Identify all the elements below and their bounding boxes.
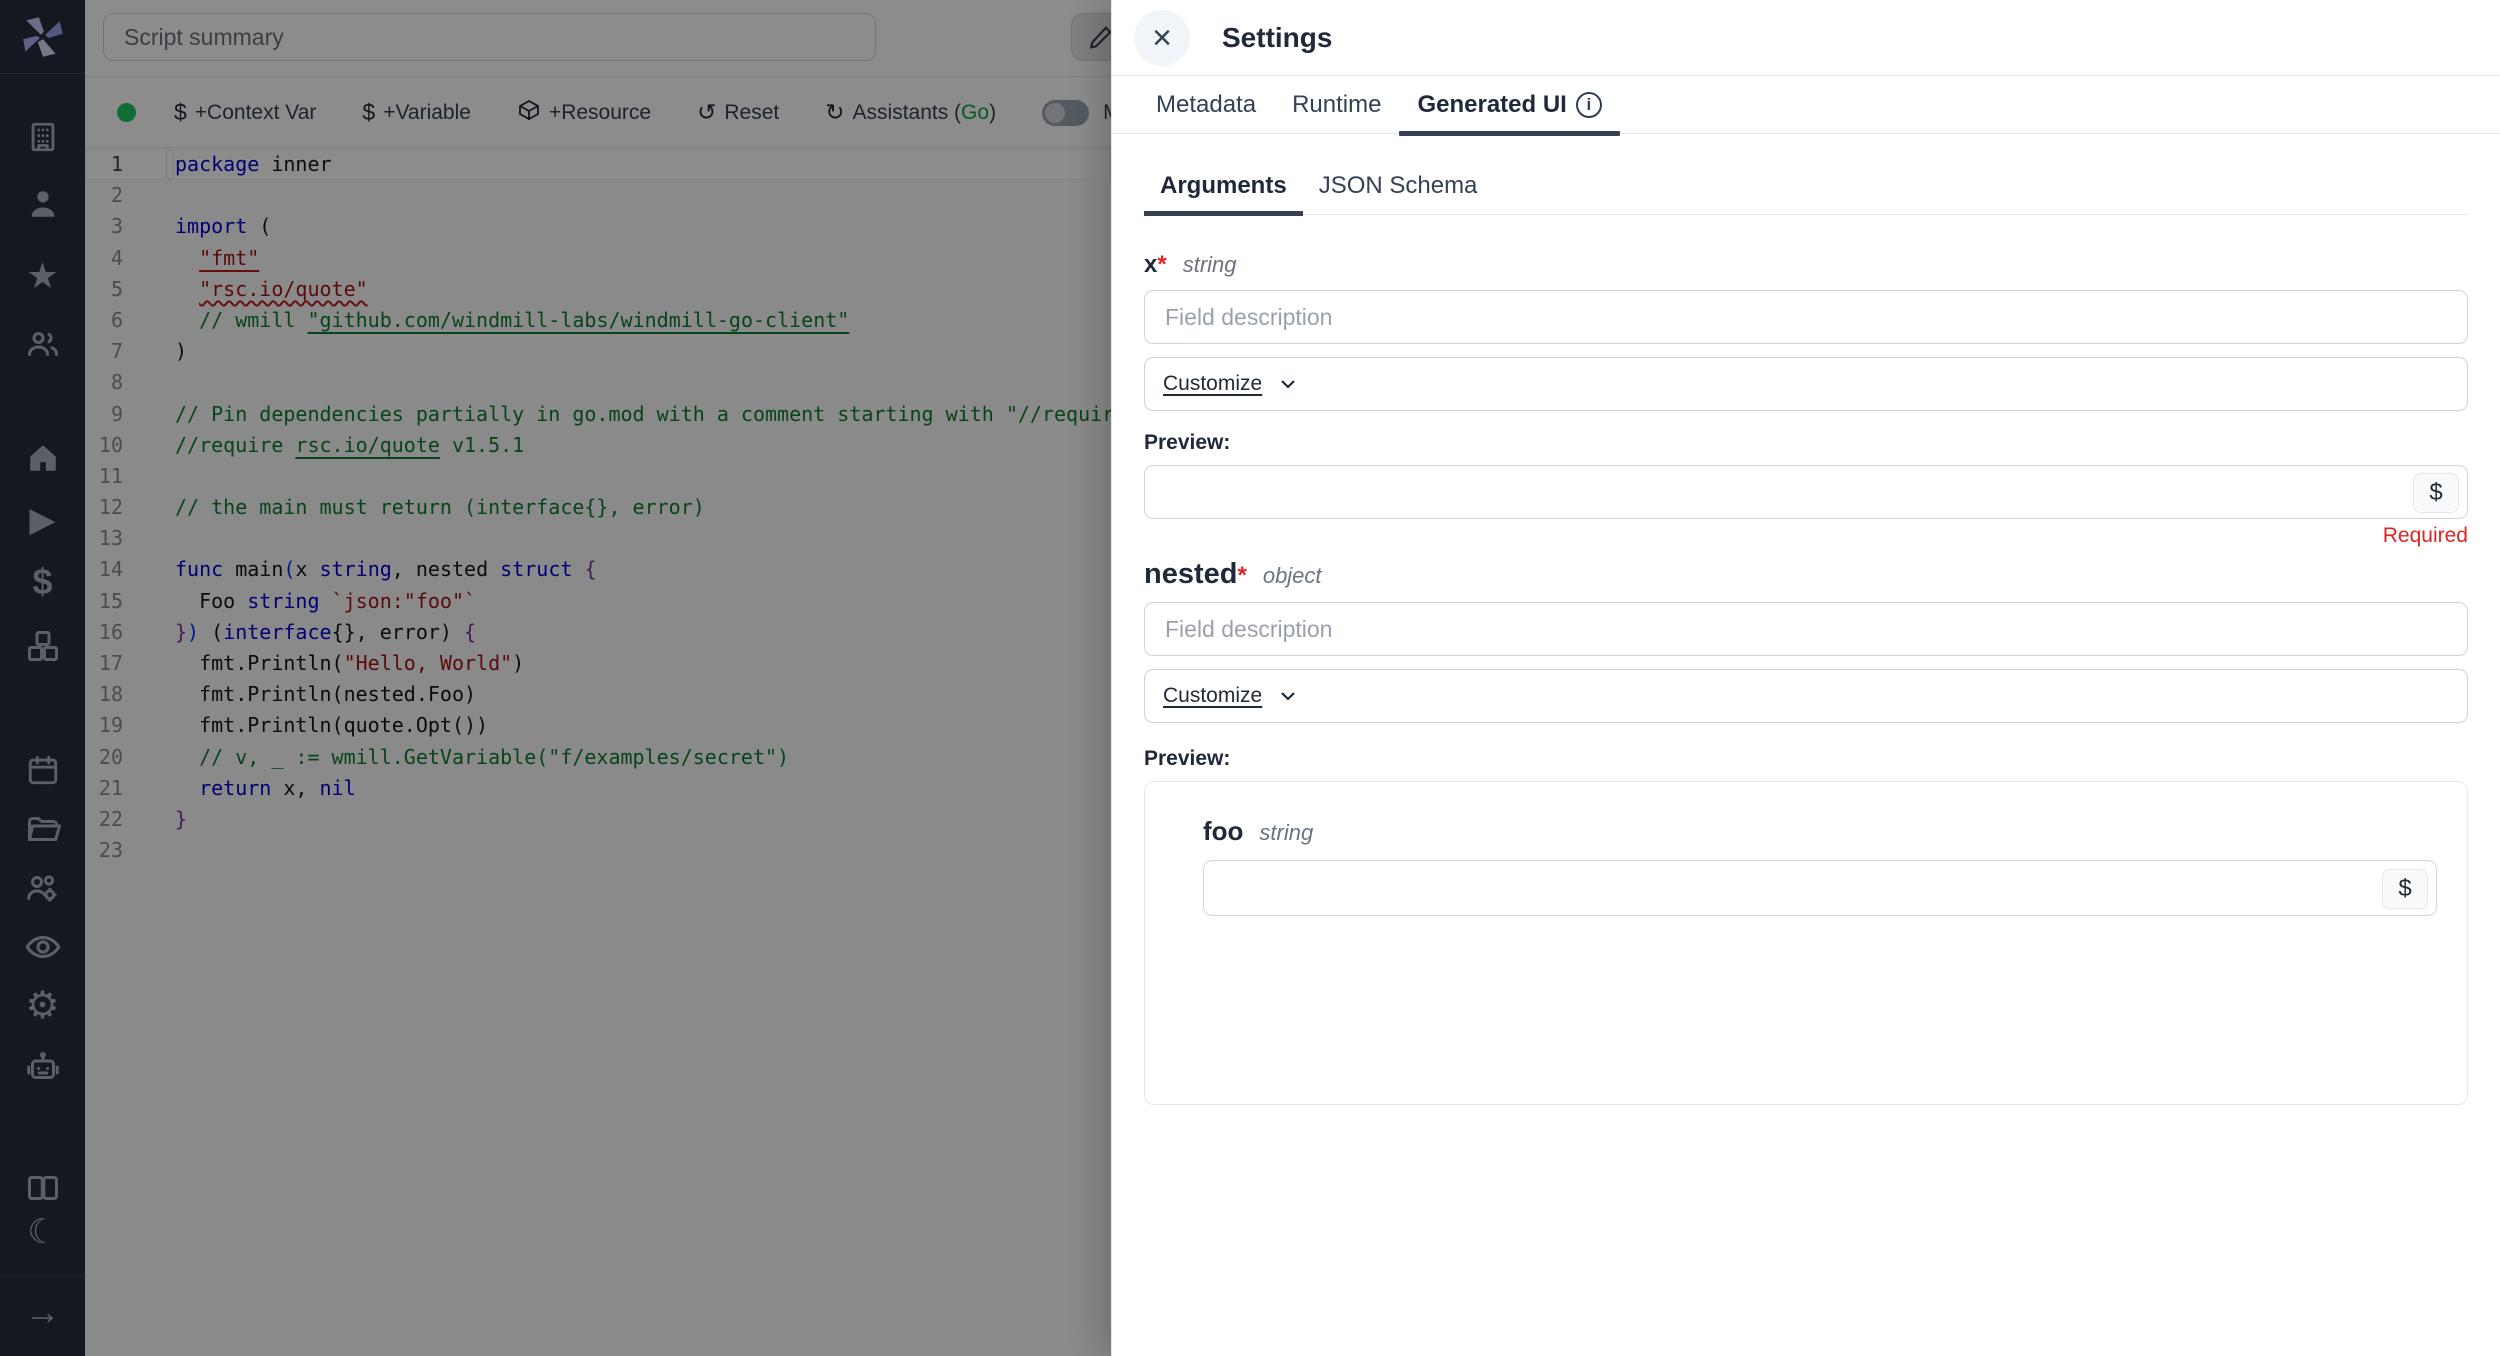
chevron-down-icon xyxy=(1276,372,1300,396)
insert-variable-button[interactable]: $ xyxy=(2382,869,2428,909)
dollar-icon: $ xyxy=(2429,479,2442,507)
field-x-customize[interactable]: Customize xyxy=(1144,357,2468,411)
field-x-preview-label: Preview: xyxy=(1144,431,2468,455)
modal-dim-overlay[interactable] xyxy=(0,0,1111,1356)
foo-preview-input[interactable] xyxy=(1204,861,2436,915)
field-x-preview-input[interactable] xyxy=(1145,466,2467,518)
close-icon: × xyxy=(1152,21,1172,55)
field-x-label: x* string xyxy=(1144,251,2468,279)
foo-name: foo xyxy=(1203,816,1243,847)
subtab-arguments[interactable]: Arguments xyxy=(1144,158,1303,214)
subtab-json-schema[interactable]: JSON Schema xyxy=(1303,158,1494,214)
settings-title: Settings xyxy=(1222,22,1332,54)
settings-header: × Settings xyxy=(1112,0,2500,76)
field-nested-name: nested xyxy=(1144,558,1237,591)
field-nested-customize[interactable]: Customize xyxy=(1144,669,2468,723)
required-asterisk: * xyxy=(1237,562,1246,590)
foo-label: foo string xyxy=(1203,816,2437,847)
field-nested-type: object xyxy=(1263,563,1322,589)
tab-metadata[interactable]: Metadata xyxy=(1138,76,1274,134)
customize-label: Customize xyxy=(1163,684,1262,708)
tab-runtime[interactable]: Runtime xyxy=(1274,76,1399,134)
dollar-icon: $ xyxy=(2398,875,2411,903)
generated-ui-content: Arguments JSON Schema x* string Customiz… xyxy=(1112,134,2500,1105)
customize-label: Customize xyxy=(1163,372,1262,396)
field-x-type: string xyxy=(1183,252,1237,278)
field-x-description-input[interactable] xyxy=(1144,290,2468,344)
insert-variable-button[interactable]: $ xyxy=(2413,473,2459,513)
close-button[interactable]: × xyxy=(1134,10,1190,66)
field-nested-preview-label: Preview: xyxy=(1144,747,2468,771)
required-error: Required xyxy=(1144,524,2468,550)
field-x-name: x xyxy=(1144,251,1157,279)
app-root: ★ ▶ $ ⚙ ☾ → xyxy=(0,0,2500,1356)
field-nested-description-input[interactable] xyxy=(1144,602,2468,656)
field-x-preview: $ xyxy=(1144,465,2468,519)
chevron-down-icon xyxy=(1276,684,1300,708)
nested-preview-box: foo string $ xyxy=(1144,781,2468,1105)
tab-generated-ui[interactable]: Generated UI i xyxy=(1399,76,1619,134)
settings-drawer: × Settings Metadata Runtime Generated UI… xyxy=(1111,0,2500,1356)
foo-preview: $ xyxy=(1203,860,2437,916)
foo-type: string xyxy=(1259,820,1313,846)
info-icon[interactable]: i xyxy=(1576,92,1602,118)
settings-tabs: Metadata Runtime Generated UI i xyxy=(1112,76,2500,134)
generated-ui-subtabs: Arguments JSON Schema xyxy=(1144,134,2468,215)
required-asterisk: * xyxy=(1157,251,1166,279)
field-nested-label: nested* object xyxy=(1144,558,2468,591)
